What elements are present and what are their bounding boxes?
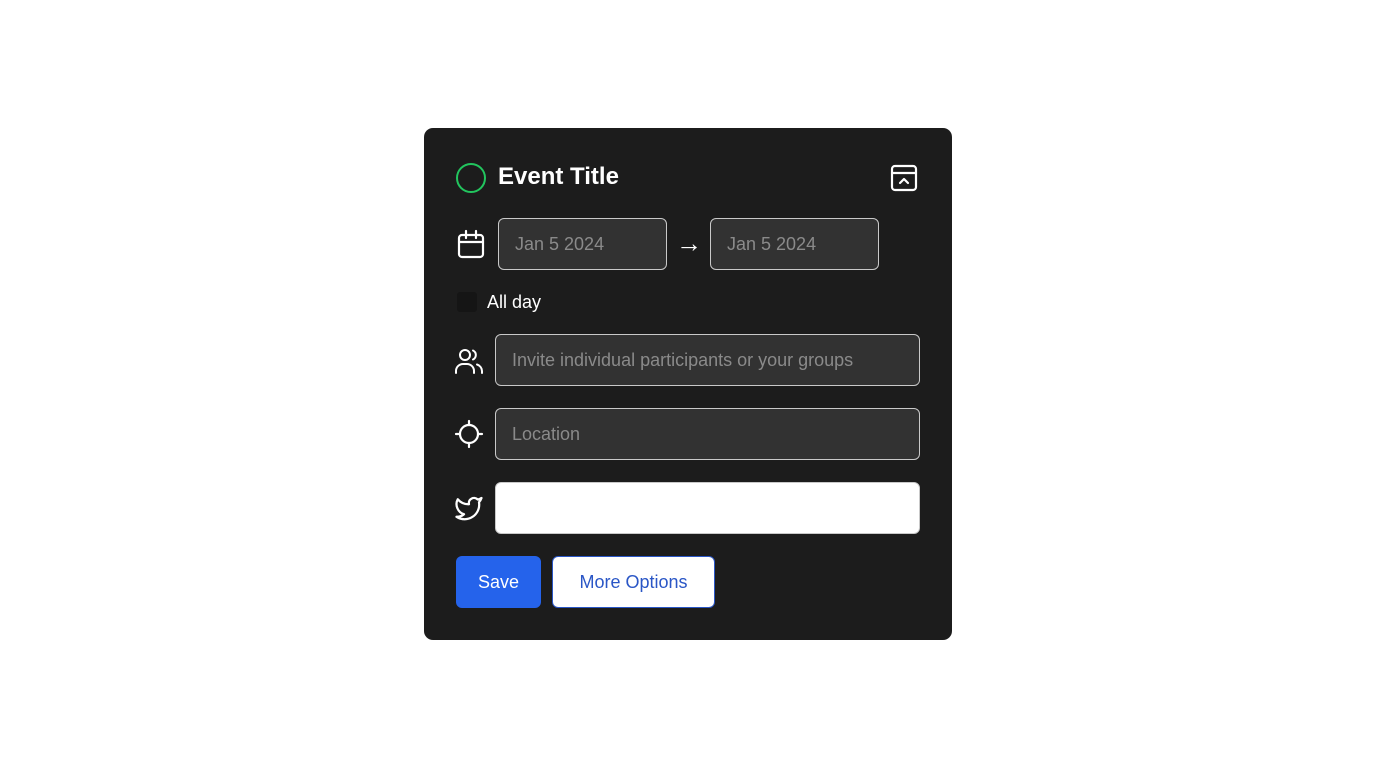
status-circle-icon[interactable]: [456, 163, 486, 193]
twitter-icon: [455, 496, 483, 521]
start-date-input[interactable]: [498, 218, 667, 270]
event-editor-card: Event Title → All day Save More Options: [424, 128, 952, 640]
more-options-button[interactable]: More Options: [552, 556, 715, 608]
location-input[interactable]: [495, 408, 920, 460]
date-range-arrow: →: [676, 228, 702, 258]
twitter-input[interactable]: [495, 482, 920, 534]
crosshair-icon: [454, 419, 484, 449]
event-title[interactable]: Event Title: [498, 162, 619, 192]
collapse-panel-icon[interactable]: [889, 163, 919, 193]
save-button[interactable]: Save: [456, 556, 541, 608]
users-icon: [455, 349, 483, 374]
participants-input[interactable]: [495, 334, 920, 386]
all-day-label: All day: [487, 292, 542, 312]
end-date-input[interactable]: [710, 218, 879, 270]
all-day-checkbox[interactable]: [457, 292, 477, 312]
calendar-icon: [457, 229, 485, 259]
